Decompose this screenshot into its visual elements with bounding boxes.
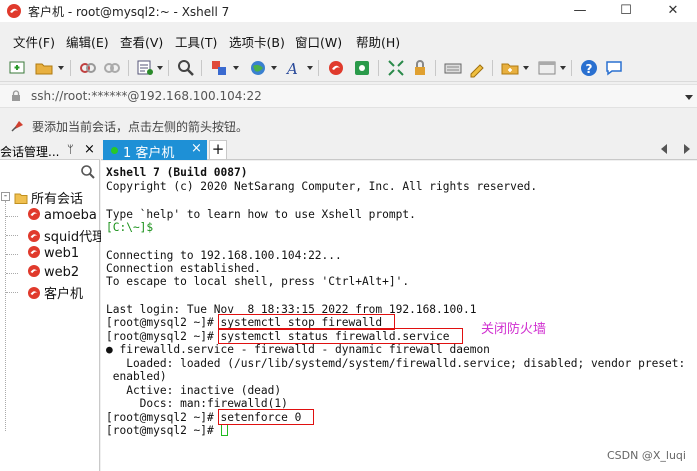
title-bar: 客户机 - root@mysql2:~ - Xshell 7 — ☐ ✕ xyxy=(0,0,697,22)
tab-scroll-left-icon[interactable] xyxy=(661,144,667,154)
tree-item-web1[interactable]: web1 xyxy=(27,245,79,261)
lock-icon[interactable] xyxy=(410,58,430,78)
hint-bar: 要添加当前会话，点击左侧的箭头按钮。 xyxy=(0,113,697,137)
connected-status-icon xyxy=(111,147,118,154)
tree-collapse-icon[interactable]: - xyxy=(1,192,10,201)
address-text[interactable]: ssh://root:******@192.168.100.104:22 xyxy=(31,89,262,103)
terminal[interactable]: Xshell 7 (Build 0087) Copyright (c) 2020… xyxy=(101,161,697,471)
terminal-line: Copyright (c) 2020 NetSarang Computer, I… xyxy=(106,180,538,193)
search-icon[interactable] xyxy=(80,164,96,180)
session-icon xyxy=(28,246,40,258)
maximize-button[interactable]: ☐ xyxy=(603,0,649,22)
highlight-icon[interactable] xyxy=(467,58,487,78)
terminal-line: Loaded: loaded (/usr/lib/systemd/system/… xyxy=(106,357,686,370)
session-icon xyxy=(28,287,40,299)
tree-item-label: web2 xyxy=(44,265,80,280)
svg-text:A: A xyxy=(285,60,298,78)
pin-arrow-icon[interactable] xyxy=(10,117,26,133)
xshell-logo-icon xyxy=(7,4,21,18)
session-manager-title: 会话管理... xyxy=(0,145,60,159)
watermark: CSDN @X_luqi xyxy=(607,449,686,462)
open-folder-icon[interactable] xyxy=(34,58,54,78)
tree-item-amoeba[interactable]: amoeba xyxy=(27,207,97,223)
transfer-icon[interactable] xyxy=(209,58,229,78)
tab-label: 1 客户机 xyxy=(123,146,175,161)
session-icon xyxy=(28,230,40,242)
find-icon[interactable] xyxy=(176,58,196,78)
terminal-prompt-local: [C:\~]$ xyxy=(106,221,154,234)
tree-item-label: web1 xyxy=(44,246,80,261)
tab-client[interactable]: 1 客户机 × xyxy=(103,140,207,161)
address-dropdown-icon[interactable] xyxy=(685,95,693,100)
window-title: 客户机 - root@mysql2:~ - Xshell 7 xyxy=(28,5,230,19)
disconnect-icon[interactable] xyxy=(102,58,122,78)
new-session-icon[interactable] xyxy=(8,58,28,78)
folder-icon xyxy=(14,193,28,204)
terminal-line: Type `help' to learn how to use Xshell p… xyxy=(106,208,416,221)
help-icon[interactable]: ? xyxy=(579,58,599,78)
tree-root-all-sessions[interactable]: 所有会话 xyxy=(14,188,83,207)
terminal-line: Active: inactive (dead) xyxy=(106,384,282,397)
tree-item-label: squid代理 xyxy=(44,230,106,245)
tree-item-web2[interactable]: web2 xyxy=(27,264,79,280)
panel-close-icon[interactable]: × xyxy=(84,142,95,157)
terminal-line: enabled) xyxy=(106,370,167,383)
hint-text: 要添加当前会话，点击左侧的箭头按钮。 xyxy=(32,120,249,134)
svg-text:?: ? xyxy=(586,62,593,76)
terminal-prompt-text: [root@mysql2 ~]# xyxy=(106,424,221,437)
chat-icon[interactable] xyxy=(604,58,624,78)
toolbar: A ? xyxy=(0,54,697,82)
menu-bar: 文件(F) 编辑(E) 查看(V) 工具(T) 选项卡(B) 窗口(W) 帮助(… xyxy=(0,30,697,50)
tree-item-client[interactable]: 客户机 xyxy=(27,283,83,302)
fullscreen-icon[interactable] xyxy=(386,58,406,78)
font-icon[interactable]: A xyxy=(284,58,304,78)
menu-help[interactable]: 帮助(H) xyxy=(356,32,400,51)
terminal-line: To escape to local shell, press 'Ctrl+Al… xyxy=(106,275,410,288)
terminal-line: Connection established. xyxy=(106,262,261,275)
tree-item-squid[interactable]: squid代理 xyxy=(27,226,105,245)
tab-close-icon[interactable]: × xyxy=(191,141,202,156)
close-button[interactable]: ✕ xyxy=(650,0,696,22)
annotation-close-firewall: 关闭防火墙 xyxy=(481,322,547,337)
terminal-cursor xyxy=(220,424,228,436)
menu-tabs[interactable]: 选项卡(B) xyxy=(229,32,285,51)
tab-strip: 1 客户机 × + xyxy=(101,140,697,161)
tab-scroll-right-icon[interactable] xyxy=(684,144,690,154)
layout-icon[interactable] xyxy=(537,58,557,78)
lock-icon xyxy=(12,90,20,101)
terminal-current-prompt: [root@mysql2 ~]# xyxy=(106,424,228,437)
tree-root-label: 所有会话 xyxy=(31,192,84,207)
globe-icon[interactable] xyxy=(248,58,268,78)
tree-item-label: 客户机 xyxy=(44,287,84,302)
keyboard-icon[interactable] xyxy=(443,58,463,78)
highlight-box-status xyxy=(218,328,463,344)
address-bar[interactable]: ssh://root:******@192.168.100.104:22 xyxy=(0,84,697,108)
terminal-line: ● firewalld.service - firewalld - dynami… xyxy=(106,343,490,356)
minimize-button[interactable]: — xyxy=(557,0,603,22)
session-icon xyxy=(28,208,40,220)
menu-edit[interactable]: 编辑(E) xyxy=(66,32,109,51)
session-manager-header: 会话管理... ᛘ × xyxy=(0,140,100,160)
session-icon xyxy=(28,265,40,277)
menu-window[interactable]: 窗口(W) xyxy=(295,32,342,51)
terminal-line: Connecting to 192.168.100.104:22... xyxy=(106,249,342,262)
menu-view[interactable]: 查看(V) xyxy=(120,32,163,51)
menu-tools[interactable]: 工具(T) xyxy=(175,32,217,51)
menu-file[interactable]: 文件(F) xyxy=(13,32,55,51)
terminal-line: Xshell 7 (Build 0087) xyxy=(106,166,248,179)
xshell-icon[interactable] xyxy=(326,58,346,78)
add-tab-button[interactable]: + xyxy=(209,140,227,160)
highlight-box-setenforce xyxy=(218,409,314,425)
session-manager-panel: 会话管理... ᛘ × - 所有会话 amoeba squid代理 web1 w… xyxy=(0,140,105,471)
reconnect-icon[interactable] xyxy=(78,58,98,78)
pin-panel-icon[interactable]: ᛘ xyxy=(67,143,74,156)
add-folder-icon[interactable] xyxy=(500,58,520,78)
tree-item-label: amoeba xyxy=(44,208,97,223)
properties-icon[interactable] xyxy=(135,58,155,78)
xftp-icon[interactable] xyxy=(352,58,372,78)
